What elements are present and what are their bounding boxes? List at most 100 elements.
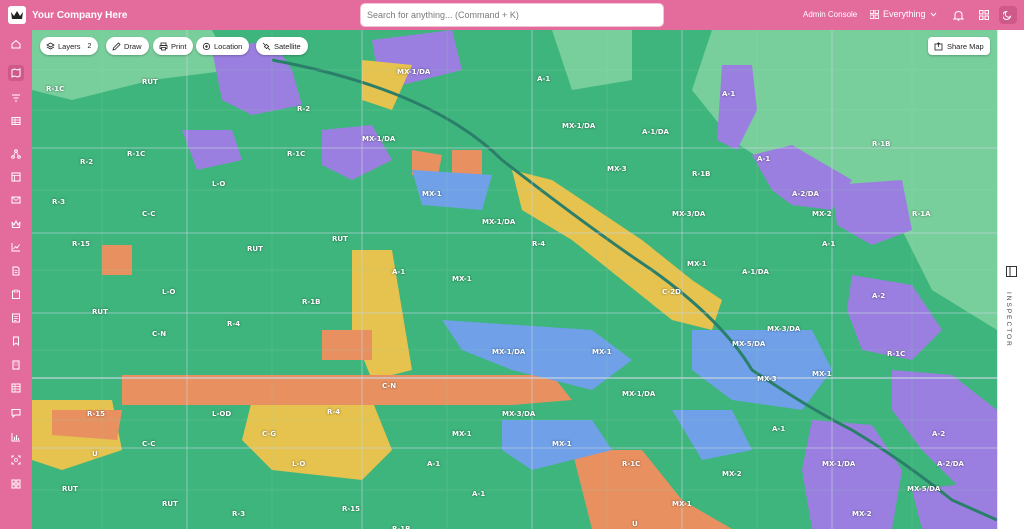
zone-label[interactable]: A-2 [932, 430, 945, 438]
zone-label[interactable]: MX-1 [452, 430, 472, 438]
zone-label[interactable]: L-O [292, 460, 305, 468]
zone-label[interactable]: RUT [62, 485, 78, 493]
apps-icon[interactable] [976, 7, 992, 23]
zone-label[interactable]: MX-1/DA [397, 68, 430, 76]
zone-label[interactable]: MX-2 [852, 510, 872, 518]
share-map-button[interactable]: Share Map [928, 37, 990, 55]
zone-label[interactable]: A-1/DA [642, 128, 669, 136]
grid-icon[interactable] [8, 476, 24, 492]
chart-line-icon[interactable] [8, 239, 24, 255]
zone-label[interactable]: MX-3 [607, 165, 627, 173]
zone-label[interactable]: MX-1/DA [492, 348, 525, 356]
bar-chart-icon[interactable] [8, 429, 24, 445]
list-icon[interactable] [8, 380, 24, 396]
zone-label[interactable]: MX-5/DA [907, 485, 940, 493]
zone-label[interactable]: R-15 [72, 240, 90, 248]
brand[interactable]: Your Company Here [8, 6, 127, 24]
zone-label[interactable]: MX-1/DA [562, 122, 595, 130]
list-icon[interactable] [8, 310, 24, 326]
zone-label[interactable]: MX-1 [812, 370, 832, 378]
zone-label[interactable]: R-3 [232, 510, 245, 518]
zone-label[interactable]: R-1C [622, 460, 640, 468]
zone-label[interactable]: R-1C [46, 85, 64, 93]
zone-label[interactable]: A-2 [872, 292, 885, 300]
zone-label[interactable]: MX-3/DA [502, 410, 535, 418]
zone-label[interactable]: A-2/DA [937, 460, 964, 468]
zone-label[interactable]: C-N [152, 330, 166, 338]
zone-label[interactable]: A-1 [472, 490, 485, 498]
zone-label[interactable]: R-1B [872, 140, 891, 148]
home-icon[interactable] [8, 36, 24, 52]
zone-label[interactable]: MX-3 [757, 375, 777, 383]
zone-label[interactable]: R-4 [227, 320, 240, 328]
zone-label[interactable]: C-N [382, 382, 396, 390]
map-icon[interactable] [8, 65, 24, 81]
zone-label[interactable]: MX-1/DA [822, 460, 855, 468]
zone-label[interactable]: A-1 [392, 268, 405, 276]
zone-label[interactable]: L-O [212, 180, 225, 188]
zone-label[interactable]: MX-1 [552, 440, 572, 448]
share-nodes-icon[interactable] [8, 146, 24, 162]
zone-label[interactable]: L-OD [212, 410, 231, 418]
moon-icon[interactable] [999, 6, 1017, 24]
zone-label[interactable]: A-1 [822, 240, 835, 248]
zone-label[interactable]: MX-1/DA [482, 218, 515, 226]
bookmark-icon[interactable] [8, 333, 24, 349]
print-button[interactable]: Print [153, 37, 194, 55]
table-icon[interactable] [8, 113, 24, 129]
mail-icon[interactable] [8, 192, 24, 208]
chat-icon[interactable] [8, 405, 24, 421]
zone-label[interactable]: R-4 [327, 408, 340, 416]
zone-label[interactable]: R-3 [52, 198, 65, 206]
zone-label[interactable]: MX-1/DA [362, 135, 395, 143]
zone-label[interactable]: R-2 [80, 158, 93, 166]
bell-icon[interactable] [950, 7, 966, 23]
zone-label[interactable]: MX-5/DA [732, 340, 765, 348]
zone-label[interactable]: C-2D [662, 288, 681, 296]
zone-label[interactable]: R-4 [532, 240, 545, 248]
zone-label[interactable]: A-1/DA [742, 268, 769, 276]
zone-label[interactable]: MX-1 [672, 500, 692, 508]
clipboard-icon[interactable] [8, 286, 24, 302]
zone-label[interactable]: R-1B [392, 525, 411, 529]
zone-label[interactable]: R-1B [692, 170, 711, 178]
zone-label[interactable]: R-1A [912, 210, 931, 218]
zone-label[interactable]: R-15 [342, 505, 360, 513]
zone-label[interactable]: C-C [142, 210, 155, 218]
zone-label[interactable]: MX-1/DA [622, 390, 655, 398]
search-box[interactable] [360, 3, 664, 27]
zone-label[interactable]: L-O [162, 288, 175, 296]
zone-label[interactable]: MX-3/DA [672, 210, 705, 218]
zone-label[interactable]: A-2/DA [792, 190, 819, 198]
zone-label[interactable]: A-1 [427, 460, 440, 468]
scan-icon[interactable] [8, 452, 24, 468]
zone-label[interactable]: RUT [162, 500, 178, 508]
location-button[interactable]: Location [196, 37, 250, 55]
zone-label[interactable]: RUT [332, 235, 348, 243]
zone-label[interactable]: MX-2 [812, 210, 832, 218]
zone-label[interactable]: R-1C [887, 350, 905, 358]
zone-label[interactable]: R-1C [287, 150, 305, 158]
zone-label[interactable]: RUT [92, 308, 108, 316]
zone-label[interactable]: MX-1 [422, 190, 442, 198]
zone-label[interactable]: U [92, 450, 98, 458]
zone-label[interactable]: A-1 [537, 75, 550, 83]
zone-label[interactable]: R-15 [87, 410, 105, 418]
search-input[interactable] [361, 4, 663, 26]
crown-icon[interactable] [8, 216, 24, 232]
zone-label[interactable]: R-1C [127, 150, 145, 158]
zoning-map[interactable]: R-1C RUT R-2 R-1C R-3 C-C R-15 L-O RUT L… [32, 30, 997, 529]
admin-console-link[interactable]: Admin Console [803, 10, 857, 19]
scope-dropdown[interactable]: Everything [870, 9, 937, 19]
zone-label[interactable]: RUT [142, 78, 158, 86]
zone-label[interactable]: C-C [142, 440, 155, 448]
satellite-button[interactable]: Satellite [256, 37, 308, 55]
zone-label[interactable]: RUT [247, 245, 263, 253]
zone-label[interactable]: MX-2 [722, 470, 742, 478]
zone-label[interactable]: MX-3/DA [767, 325, 800, 333]
zone-label[interactable]: MX-1 [452, 275, 472, 283]
zone-label[interactable]: A-1 [722, 90, 735, 98]
zone-label[interactable]: A-1 [772, 425, 785, 433]
document-icon[interactable] [8, 263, 24, 279]
building-icon[interactable] [8, 357, 24, 373]
